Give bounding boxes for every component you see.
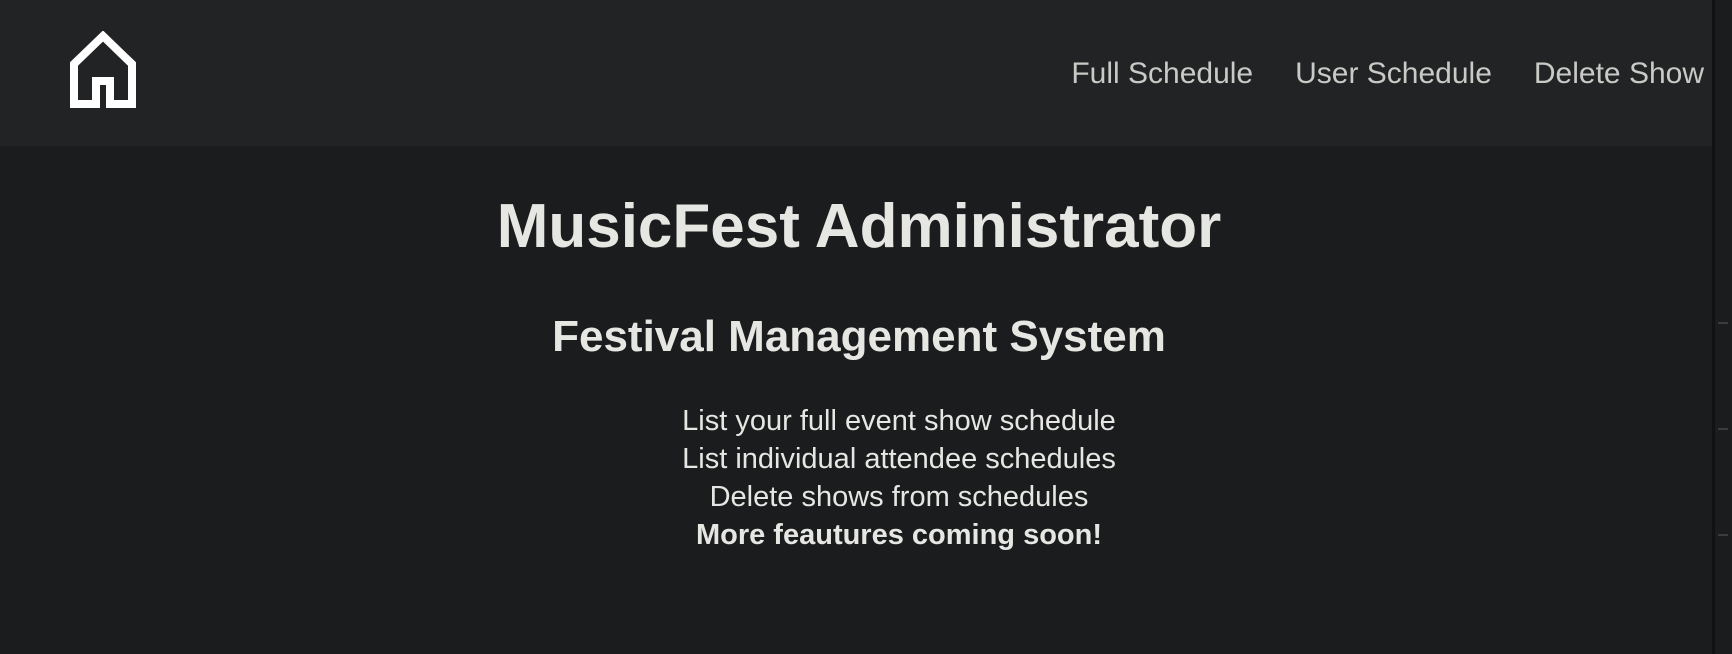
nav-link-delete-show[interactable]: Delete Show xyxy=(1534,55,1704,93)
window-divider xyxy=(1712,0,1715,654)
nav-links: Full Schedule User Schedule Delete Show xyxy=(1071,55,1704,93)
main-content: MusicFest Administrator Festival Managem… xyxy=(0,146,1712,654)
window-right-edge xyxy=(1712,0,1732,654)
nav-link-full-schedule[interactable]: Full Schedule xyxy=(1071,55,1253,93)
top-navbar: Full Schedule User Schedule Delete Show xyxy=(0,0,1712,146)
edge-tick xyxy=(1718,534,1728,536)
edge-tick xyxy=(1718,428,1728,430)
feature-list: List your full event show schedule List … xyxy=(0,402,1732,554)
feature-item: List your full event show schedule xyxy=(682,405,1116,437)
coming-soon-note: More feautures coming soon! xyxy=(695,519,1103,551)
page-subtitle: Festival Management System xyxy=(552,312,1166,361)
home-link[interactable] xyxy=(68,31,138,109)
nav-link-user-schedule[interactable]: User Schedule xyxy=(1295,55,1492,93)
house-icon xyxy=(70,31,136,108)
feature-item: Delete shows from schedules xyxy=(709,481,1089,513)
page-title: MusicFest Administrator xyxy=(496,192,1222,261)
feature-item: List individual attendee schedules xyxy=(682,443,1116,475)
edge-tick xyxy=(1718,322,1728,324)
